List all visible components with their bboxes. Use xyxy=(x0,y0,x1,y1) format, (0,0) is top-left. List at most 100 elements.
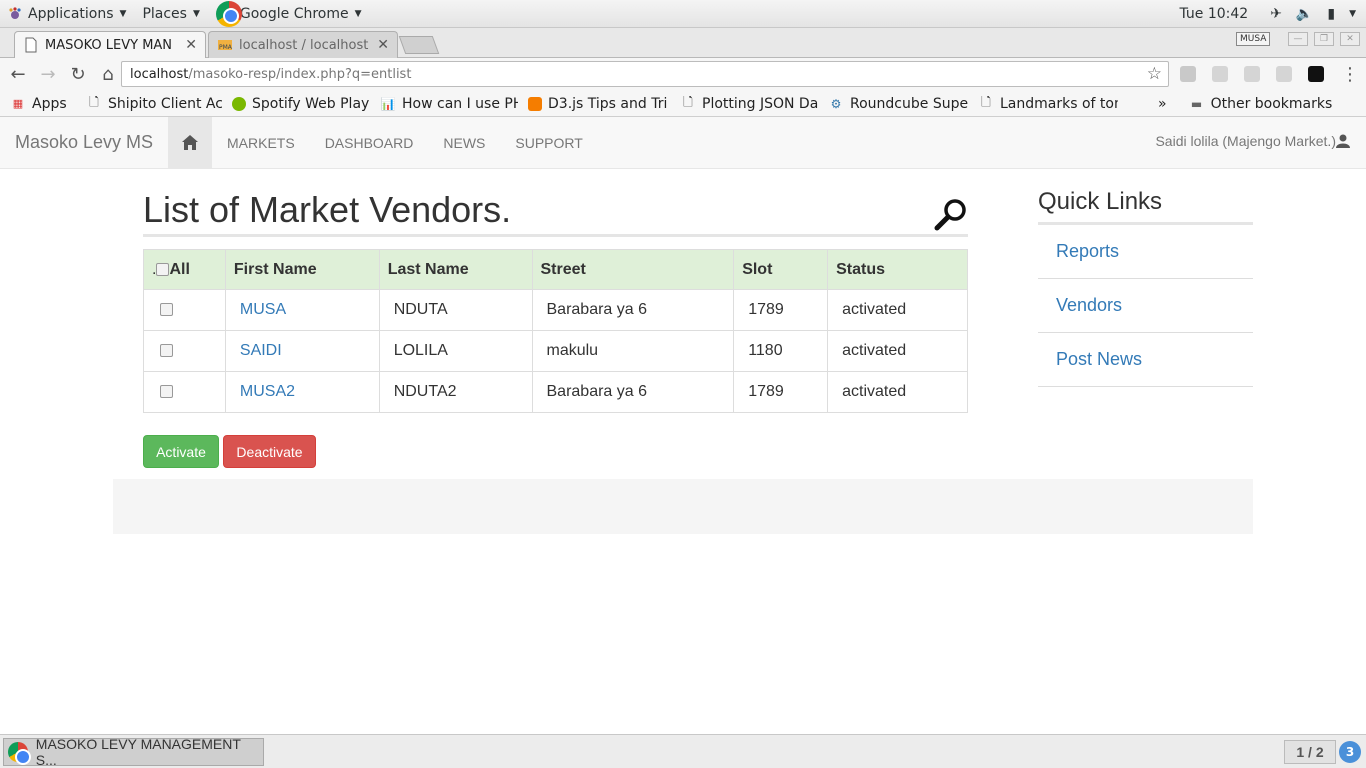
spotify-icon xyxy=(232,96,246,111)
bookmark-label: How can I use PH xyxy=(402,95,518,112)
row-checkbox[interactable] xyxy=(160,303,173,317)
vendor-street: Barabara ya 6 xyxy=(531,371,735,413)
table-header-row: . All First Name Last Name Street Slot St… xyxy=(143,249,968,290)
vendor-slot: 1789 xyxy=(733,371,829,413)
taskbar-window-item[interactable]: MASOKO LEVY MANAGEMENT S... xyxy=(3,736,264,768)
vendor-slot: 1789 xyxy=(733,289,829,331)
bookmark-label: Shipito Client Acc xyxy=(108,95,222,112)
table-row: SAIDI LOLILA makulu 1180 activated xyxy=(143,330,968,372)
places-label: Places xyxy=(142,5,187,22)
page-icon: 🗋 xyxy=(683,95,693,110)
minimize-button[interactable]: — xyxy=(1288,32,1308,46)
bookmark-shipito[interactable]: 🗋 Shipito Client Acc xyxy=(86,96,222,112)
select-all-checkbox[interactable] xyxy=(156,262,170,276)
reload-icon[interactable]: ↻ xyxy=(64,61,92,89)
bookmarks-bar: ▦ Apps 🗋 Shipito Client Acc Spotify Web … xyxy=(0,91,1366,117)
bookmark-label: Roundcube Super xyxy=(850,95,968,112)
quick-link-reports[interactable]: Reports xyxy=(1038,225,1253,279)
dropbox-icon[interactable] xyxy=(1276,66,1292,82)
menu-kebab-icon[interactable]: ⋮ xyxy=(1336,60,1364,88)
back-arrow-icon[interactable]: ← xyxy=(4,61,32,89)
tab-phpmyadmin[interactable]: PMA localhost / localhost ✕ xyxy=(208,31,398,58)
search-icon[interactable] xyxy=(934,197,968,231)
clock[interactable]: Tue 10:42 xyxy=(1179,6,1248,22)
nav-dashboard[interactable]: DASHBOARD xyxy=(310,135,429,151)
vendors-table: . All First Name Last Name Street Slot St… xyxy=(143,249,968,413)
activate-button[interactable]: Activate xyxy=(143,435,219,468)
bookmark-howcan[interactable]: 📊 How can I use PH xyxy=(380,96,518,112)
applications-menu[interactable]: Applications ▼ xyxy=(0,0,134,28)
bookmark-apps[interactable]: ▦ Apps xyxy=(10,96,76,112)
taskbar-window-title: MASOKO LEVY MANAGEMENT S... xyxy=(35,736,241,768)
places-menu[interactable]: Places ▼ xyxy=(134,0,207,28)
battery-icon[interactable]: ▮ xyxy=(1327,6,1335,22)
vendor-slot: 1180 xyxy=(733,330,829,372)
close-icon[interactable]: ✕ xyxy=(377,37,389,53)
row-checkbox[interactable] xyxy=(160,344,173,358)
bookmark-spotify[interactable]: Spotify Web Play xyxy=(232,96,370,112)
bookmark-d3[interactable]: D3.js Tips and Tri xyxy=(528,96,670,112)
folder-icon: ▬ xyxy=(1190,96,1203,111)
vendor-first-name-link[interactable]: MUSA xyxy=(240,301,286,318)
header-slot: Slot xyxy=(733,249,829,290)
vendor-first-name-link[interactable]: SAIDI xyxy=(240,342,282,359)
tab-title: localhost / localhost xyxy=(239,37,369,53)
vendor-status: activated xyxy=(827,371,968,413)
close-window-button[interactable]: ✕ xyxy=(1340,32,1360,46)
nav-news[interactable]: NEWS xyxy=(428,135,500,151)
chevron-down-icon[interactable]: ▼ xyxy=(1349,9,1356,19)
extension-icon[interactable] xyxy=(1244,66,1260,82)
profile-badge[interactable]: MUSA xyxy=(1236,32,1271,46)
vendor-last-name: NDUTA2 xyxy=(378,371,533,413)
quick-links-title: Quick Links xyxy=(1038,188,1253,225)
notification-badge[interactable]: 3 xyxy=(1339,741,1361,763)
active-app-menu[interactable]: Google Chrome ▼ xyxy=(208,0,370,28)
bookmark-landmarks[interactable]: 🗋 Landmarks of ton xyxy=(978,96,1118,112)
new-tab-button[interactable] xyxy=(398,36,440,54)
vendor-last-name: LOLILA xyxy=(378,330,533,372)
nav-home[interactable] xyxy=(168,116,212,169)
extension-icon[interactable] xyxy=(1180,66,1196,82)
table-row: MUSA2 NDUTA2 Barabara ya 6 1789 activate… xyxy=(143,371,968,413)
header-all-label: All xyxy=(169,260,190,278)
address-bar[interactable]: localhost/masoko-resp/index.php?q=entlis… xyxy=(121,61,1169,87)
deactivate-button[interactable]: Deactivate xyxy=(223,435,316,468)
workspace-indicator[interactable]: 1 / 2 xyxy=(1284,740,1336,764)
footer-well xyxy=(113,479,1253,534)
brand[interactable]: Masoko Levy MS xyxy=(15,132,168,153)
blackberry-icon[interactable] xyxy=(1308,66,1324,82)
taskbar: MASOKO LEVY MANAGEMENT S... 1 / 2 3 xyxy=(0,734,1366,768)
chrome-icon xyxy=(215,0,242,27)
home-icon xyxy=(182,135,198,150)
chevron-down-icon: ▼ xyxy=(119,8,127,19)
vendor-first-name-link[interactable]: MUSA2 xyxy=(240,383,295,400)
bookmark-plotting[interactable]: 🗋 Plotting JSON Da xyxy=(680,96,818,112)
user-name: Saidi lolila (Majengo Market.) xyxy=(1155,133,1336,149)
other-bookmarks[interactable]: ▬ Other bookmarks xyxy=(1189,96,1332,112)
row-checkbox[interactable] xyxy=(160,385,173,399)
address-path: /masoko-resp/index.php?q=entlist xyxy=(188,66,412,82)
forward-arrow-icon[interactable]: → xyxy=(34,61,62,89)
nav-support[interactable]: SUPPORT xyxy=(500,135,597,151)
quick-link-vendors[interactable]: Vendors xyxy=(1038,279,1253,333)
volume-icon[interactable]: 🔈 xyxy=(1296,6,1313,22)
tab-masoko[interactable]: MASOKO LEVY MAN ✕ xyxy=(14,31,206,58)
close-icon[interactable]: ✕ xyxy=(185,37,197,53)
active-app-label: Google Chrome xyxy=(239,5,349,22)
vendor-status: activated xyxy=(827,330,968,372)
extension-icon[interactable] xyxy=(1212,66,1228,82)
bookmark-roundcube[interactable]: ⚙ Roundcube Super xyxy=(828,96,968,112)
applications-label: Applications xyxy=(28,5,114,22)
bookmarks-overflow-button[interactable]: » xyxy=(1158,96,1167,112)
home-icon[interactable]: ⌂ xyxy=(94,61,122,89)
header-select-all[interactable]: . All xyxy=(143,249,226,290)
restore-button[interactable]: ❐ xyxy=(1314,32,1334,46)
chart-icon: 📊 xyxy=(380,96,396,111)
nav-markets[interactable]: MARKETS xyxy=(212,135,310,151)
header-last-name: Last Name xyxy=(378,249,533,290)
quick-link-post-news[interactable]: Post News xyxy=(1038,333,1253,387)
user-menu[interactable]: Saidi lolila (Majengo Market.) xyxy=(1155,133,1350,149)
bookmark-star-icon[interactable]: ☆ xyxy=(1147,64,1162,84)
vendor-street: makulu xyxy=(531,330,735,372)
airplane-mode-icon[interactable]: ✈ xyxy=(1270,6,1282,22)
